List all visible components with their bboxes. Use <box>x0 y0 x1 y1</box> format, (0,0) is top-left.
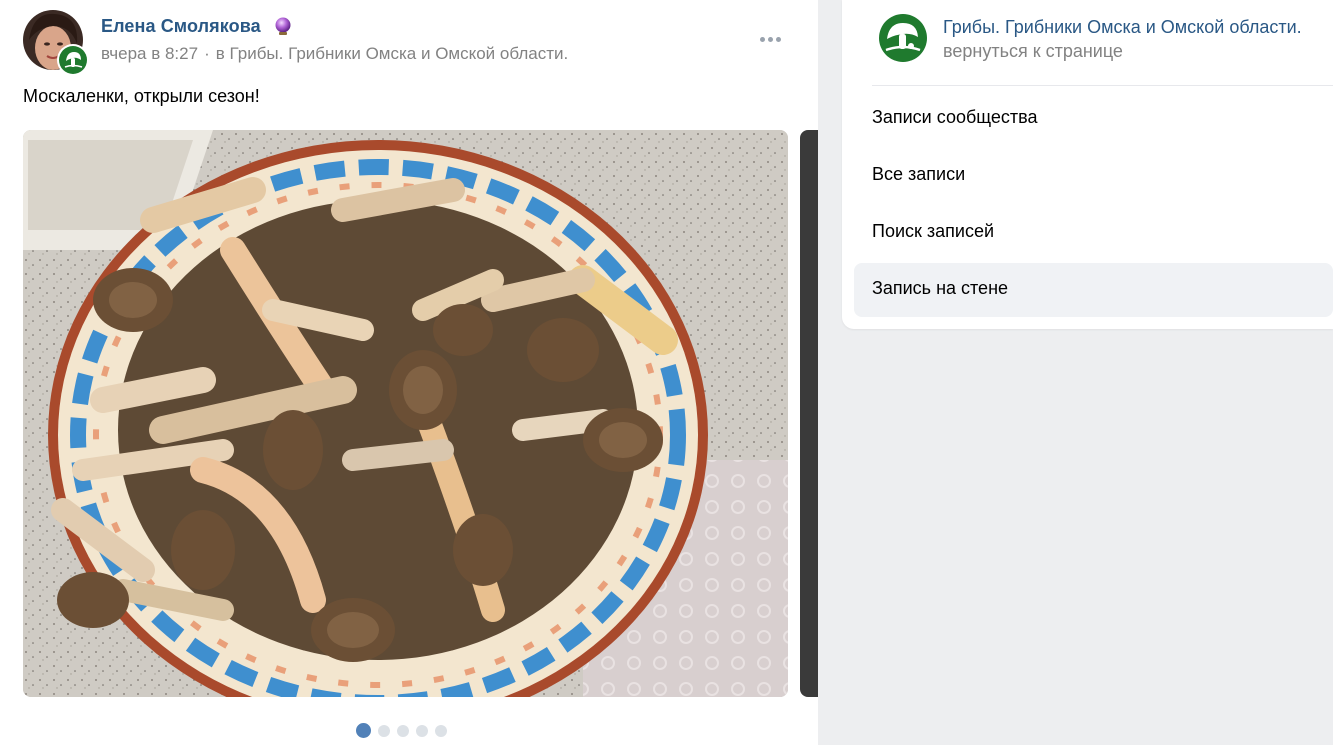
mushroom-logo-icon[interactable] <box>877 12 929 64</box>
panel-divider <box>872 85 1333 86</box>
photo-dot-5[interactable] <box>435 724 447 737</box>
photo-pagination <box>356 723 447 738</box>
more-horizontal-icon[interactable] <box>755 28 785 50</box>
photo-dot-3[interactable] <box>397 724 409 737</box>
post-meta: вчера в 8:27 · в Грибы. Грибники Омска и О… <box>101 44 568 64</box>
purple-orb-icon <box>273 16 293 36</box>
photo-dot-1[interactable] <box>356 723 371 738</box>
menu-item-label: Поиск записей <box>872 221 995 241</box>
photo-dot-2[interactable] <box>378 724 390 737</box>
group-side-panel: Грибы. Грибники Омска и Омской области. … <box>842 0 1333 329</box>
menu-item-community-posts[interactable]: Записи сообщества <box>854 92 1333 146</box>
back-to-page-link[interactable]: вернуться к странице <box>943 41 1123 62</box>
menu-item-label: Записи сообщества <box>872 107 1038 127</box>
post-card: Елена Смолякова вчера в 8:27 · в Грибы. Гр… <box>0 0 818 745</box>
menu-item-search-posts[interactable]: Поиск записей <box>854 206 1333 260</box>
next-photo-preview[interactable] <box>800 130 818 697</box>
menu-item-label: Все записи <box>872 164 966 184</box>
menu-item-label: Запись на стене <box>872 278 1009 298</box>
author-name[interactable]: Елена Смолякова <box>101 16 261 37</box>
group-mini-logo-icon[interactable] <box>57 44 89 76</box>
post-photo[interactable] <box>23 130 788 697</box>
post-group-link[interactable]: в Грибы. Грибники Омска и Омской области… <box>216 44 568 63</box>
menu-item-all-posts[interactable]: Все записи <box>854 149 1333 203</box>
photo-dot-4[interactable] <box>416 724 428 737</box>
group-title-link[interactable]: Грибы. Грибники Омска и Омской области. <box>943 17 1302 38</box>
meta-separator: · <box>204 44 210 63</box>
post-time[interactable]: вчера в 8:27 <box>101 44 198 63</box>
post-text: Москаленки, открыли сезон! <box>23 86 260 106</box>
menu-item-wall-post[interactable]: Запись на стене <box>854 263 1333 317</box>
